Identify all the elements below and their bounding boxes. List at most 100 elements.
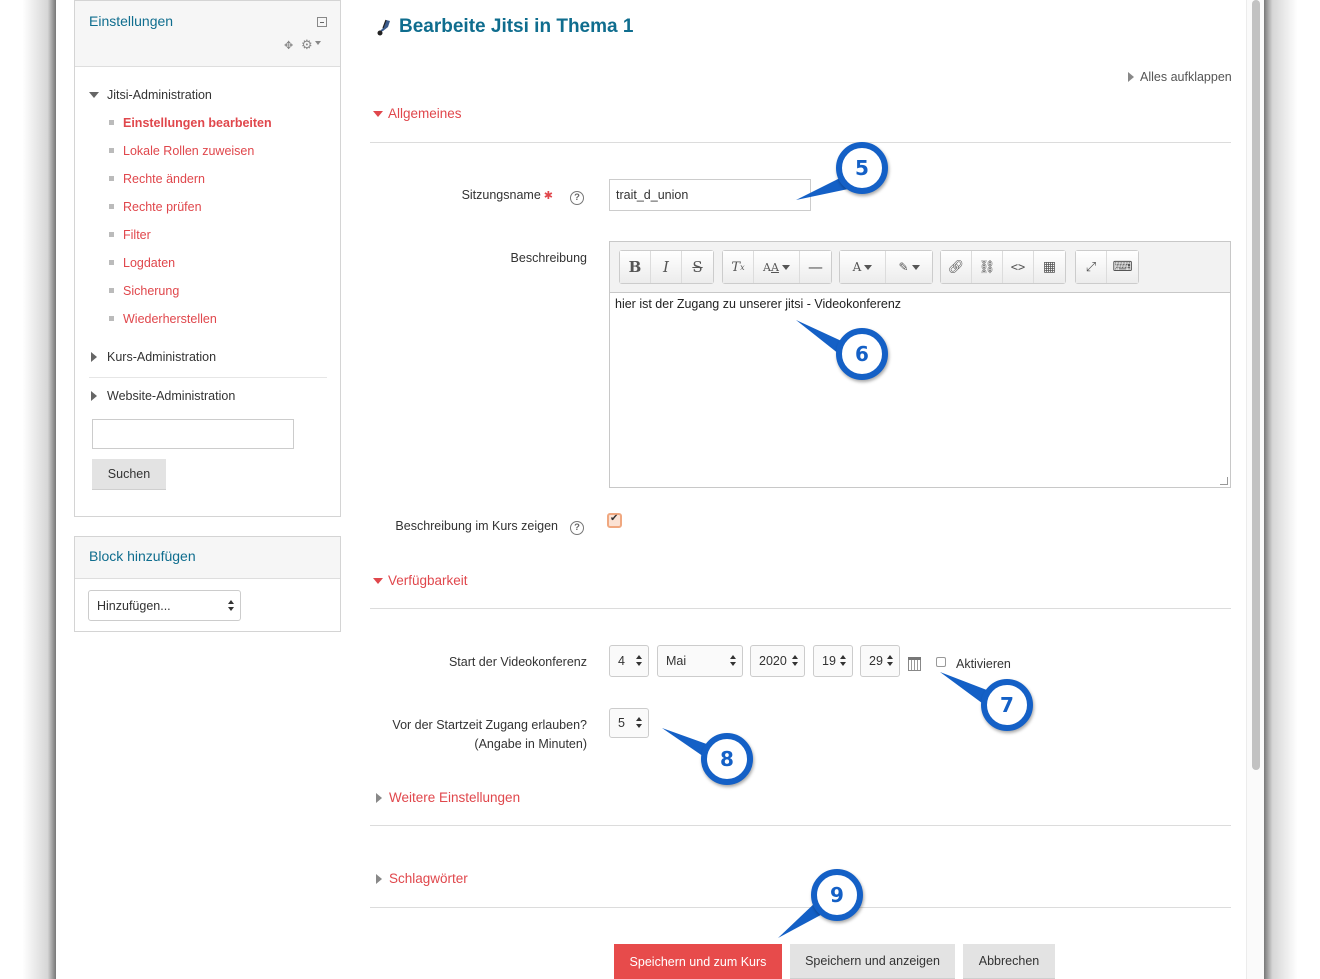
expand-all-link[interactable]: Alles aufklappen bbox=[1126, 70, 1232, 84]
strikethrough-icon[interactable]: S bbox=[682, 251, 713, 283]
description-label: Beschreibung bbox=[510, 251, 587, 265]
sidebar-item-filter[interactable]: Filter bbox=[109, 228, 151, 242]
horizontal-rule-icon[interactable]: — bbox=[800, 251, 831, 283]
save-and-return-button[interactable]: Speichern und zum Kurs bbox=[614, 944, 782, 979]
start-minute-select[interactable]: 29 bbox=[860, 645, 900, 677]
save-and-display-button[interactable]: Speichern und anzeigen bbox=[790, 944, 955, 979]
code-icon[interactable]: <> bbox=[1003, 251, 1034, 283]
table-icon[interactable]: ▦ bbox=[1034, 251, 1065, 283]
toolbar-group-format: Tx AA — bbox=[722, 250, 832, 284]
section-availability-toggle[interactable]: Verfügbarkeit bbox=[373, 573, 468, 588]
link-icon[interactable]: 🔗︎ bbox=[941, 251, 972, 283]
add-block-select[interactable]: Hinzufügen... bbox=[88, 590, 241, 621]
section-title: Allgemeines bbox=[388, 106, 462, 121]
session-name-label-text: Sitzungsname bbox=[461, 188, 541, 202]
expanded-arrow-icon bbox=[373, 111, 383, 117]
expanded-arrow-icon bbox=[89, 92, 99, 98]
section-general-toggle[interactable]: Allgemeines bbox=[373, 106, 462, 121]
tree-item-jitsi-admin[interactable]: Jitsi-Administration bbox=[89, 88, 212, 102]
chevron-down-icon[interactable] bbox=[315, 41, 321, 45]
cancel-button[interactable]: Abbrechen bbox=[963, 944, 1055, 979]
callout-7: 7 bbox=[981, 679, 1033, 731]
highlight-icon[interactable]: ✎ bbox=[886, 251, 932, 283]
sidebar-item-label: Einstellungen bearbeiten bbox=[123, 116, 272, 130]
move-icon[interactable]: ✥ bbox=[284, 39, 293, 52]
bullet-icon bbox=[109, 260, 114, 265]
start-month-select[interactable]: Mai bbox=[657, 645, 743, 677]
show-description-checkbox[interactable] bbox=[607, 513, 622, 528]
sidebar-item-change-permissions[interactable]: Rechte ändern bbox=[109, 172, 205, 186]
sidebar-item-backup[interactable]: Sicherung bbox=[109, 284, 179, 298]
tree-item-course-admin[interactable]: Kurs-Administration bbox=[89, 350, 216, 364]
start-year-select[interactable]: 2020 bbox=[750, 645, 805, 677]
section-more-settings-toggle[interactable]: Weitere Einstellungen bbox=[373, 790, 520, 805]
fullscreen-icon[interactable]: ⤢ bbox=[1076, 251, 1107, 283]
collapsed-arrow-icon bbox=[91, 391, 97, 401]
early-access-select[interactable]: 5 bbox=[609, 708, 649, 738]
search-button[interactable]: Suchen bbox=[92, 459, 166, 490]
clear-format-icon[interactable]: Tx bbox=[723, 251, 754, 283]
section-divider bbox=[370, 142, 1231, 143]
sidebar-item-restore[interactable]: Wiederherstellen bbox=[109, 312, 217, 326]
help-icon[interactable]: ? bbox=[570, 191, 584, 205]
session-name-label: Sitzungsname ✱ bbox=[426, 188, 553, 202]
select-arrows-icon bbox=[636, 655, 643, 667]
enable-start-label[interactable]: Aktivieren bbox=[956, 657, 1011, 671]
early-access-value: 5 bbox=[618, 716, 625, 730]
start-minute-value: 29 bbox=[869, 654, 883, 668]
start-hour-value: 19 bbox=[822, 654, 836, 668]
start-day-select[interactable]: 4 bbox=[609, 645, 649, 677]
add-block-title[interactable]: Block hinzufügen bbox=[89, 548, 196, 564]
enable-start-checkbox[interactable] bbox=[936, 657, 946, 667]
sidebar-item-edit-settings[interactable]: Einstellungen bearbeiten bbox=[109, 116, 272, 130]
italic-icon[interactable]: I bbox=[651, 251, 682, 283]
admin-search-input[interactable] bbox=[92, 419, 294, 449]
page: Einstellungen ✥ ⚙ Jitsi-Administration E… bbox=[56, 0, 1264, 979]
collapsed-arrow-icon bbox=[376, 874, 382, 884]
page-title: Bearbeite Jitsi in Thema 1 bbox=[399, 16, 634, 37]
add-block-select-value: Hinzufügen... bbox=[97, 599, 171, 613]
sidebar-item-label: Filter bbox=[123, 228, 151, 242]
font-color-icon[interactable]: A bbox=[840, 251, 886, 283]
add-block: Block hinzufügen Hinzufügen... bbox=[74, 536, 341, 632]
sidebar-item-check-permissions[interactable]: Rechte prüfen bbox=[109, 200, 202, 214]
window-shadow-left bbox=[0, 0, 56, 979]
start-hour-select[interactable]: 19 bbox=[813, 645, 853, 677]
select-arrows-icon bbox=[228, 600, 235, 612]
select-arrows-icon bbox=[730, 655, 737, 667]
description-editor[interactable]: B I S Tx AA — A ✎ 🔗︎ ⛓︎ <> ▦ ⤢ ⌨ hier is… bbox=[609, 241, 1231, 488]
calendar-icon[interactable] bbox=[908, 657, 921, 671]
settings-block-header: Einstellungen ✥ ⚙ bbox=[75, 1, 340, 67]
sidebar-item-label: Lokale Rollen zuweisen bbox=[123, 144, 255, 158]
scrollbar[interactable] bbox=[1246, 0, 1264, 979]
editor-content[interactable]: hier ist der Zugang zu unserer jitsi - V… bbox=[610, 293, 1230, 315]
scrollbar-thumb[interactable] bbox=[1252, 0, 1260, 770]
select-arrows-icon bbox=[792, 655, 799, 667]
bold-icon[interactable]: B bbox=[620, 251, 651, 283]
collapse-block-icon[interactable] bbox=[317, 17, 327, 27]
sidebar-item-local-roles[interactable]: Lokale Rollen zuweisen bbox=[109, 144, 254, 158]
gear-icon[interactable]: ⚙ bbox=[301, 37, 313, 53]
callout-8: 8 bbox=[701, 733, 753, 785]
expanded-arrow-icon bbox=[373, 578, 383, 584]
font-size-icon[interactable]: AA bbox=[754, 251, 800, 283]
sidebar-item-logs[interactable]: Logdaten bbox=[109, 256, 175, 270]
bullet-icon bbox=[109, 120, 114, 125]
help-icon[interactable]: ? bbox=[570, 521, 584, 535]
show-description-label: Beschreibung im Kurs zeigen bbox=[395, 519, 558, 533]
unlink-icon[interactable]: ⛓︎ bbox=[972, 251, 1003, 283]
settings-block: Einstellungen ✥ ⚙ Jitsi-Administration E… bbox=[74, 0, 341, 517]
session-name-input[interactable] bbox=[609, 179, 811, 211]
bullet-icon bbox=[109, 288, 114, 293]
section-divider bbox=[370, 907, 1231, 908]
settings-block-title[interactable]: Einstellungen bbox=[89, 13, 173, 29]
tree-item-site-admin[interactable]: Website-Administration bbox=[89, 389, 235, 403]
bullet-icon bbox=[109, 232, 114, 237]
collapsed-arrow-icon bbox=[91, 352, 97, 362]
tree-item-label: Jitsi-Administration bbox=[107, 88, 212, 102]
keyboard-icon[interactable]: ⌨ bbox=[1107, 251, 1138, 283]
early-access-label: Vor der Startzeit Zugang erlauben? (Anga… bbox=[356, 718, 587, 751]
resize-handle-icon[interactable] bbox=[1220, 477, 1228, 485]
callout-5: 5 bbox=[836, 142, 888, 194]
section-tags-toggle[interactable]: Schlagwörter bbox=[373, 871, 468, 886]
